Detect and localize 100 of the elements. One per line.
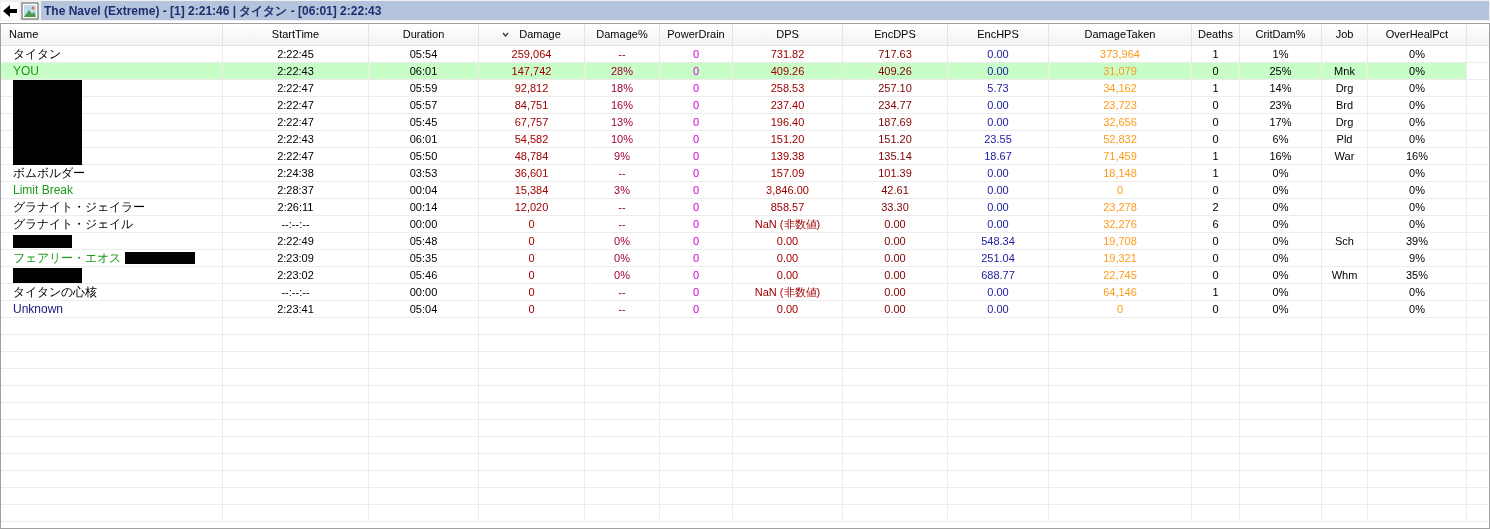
- column-header[interactable]: PowerDrain: [660, 24, 733, 45]
- table-cell-text: --:--:--: [281, 216, 310, 232]
- table-cell-text: 688.77: [981, 267, 1015, 283]
- table-cell-text: 9%: [1409, 250, 1425, 266]
- table-cell-text: 0: [1212, 114, 1219, 130]
- table-cell-text: 858.57: [770, 199, 805, 215]
- table-cell-text: 1%: [1272, 46, 1289, 62]
- table-cell-text: 05:46: [409, 267, 438, 283]
- table-cell-text: 0%: [614, 250, 630, 266]
- table-cell-text: 0%: [1409, 165, 1425, 181]
- column-header[interactable]: Damage: [479, 24, 585, 45]
- name-cell-text: タイタン: [13, 46, 61, 63]
- table-cell-text: 12,020: [514, 199, 549, 215]
- column-header[interactable]: Name: [1, 24, 223, 45]
- table-cell-text: 0: [1116, 182, 1124, 198]
- name-cell-text: ボムボルダー: [13, 165, 85, 182]
- table-cell-text: 71,459: [1103, 148, 1137, 164]
- table-cell-text: 5.73: [987, 80, 1009, 96]
- table-cell-text: 0%: [1272, 267, 1289, 283]
- table-cell-text: 05:35: [409, 250, 438, 266]
- table-cell-text: 18,148: [1103, 165, 1137, 181]
- table-cell-text: 05:45: [409, 114, 438, 130]
- table-cell-text: 05:54: [409, 46, 438, 62]
- table-cell-text: 0: [692, 165, 700, 181]
- table-cell-text: 0.00: [884, 216, 906, 232]
- table-cell-text: 52,832: [1103, 131, 1137, 147]
- table-cell-text: 0%: [1409, 97, 1425, 113]
- column-header[interactable]: Deaths: [1192, 24, 1240, 45]
- table-cell-text: --: [618, 216, 626, 232]
- table-cell-text: 0%: [1409, 63, 1425, 79]
- table-cell-text: --:--:--: [281, 284, 310, 300]
- table-cell-text: NaN (非数値): [754, 216, 821, 232]
- column-header[interactable]: DPS: [733, 24, 843, 45]
- table-cell-text: 196.40: [770, 114, 805, 130]
- table-cell-text: 147,742: [511, 63, 552, 79]
- column-header[interactable]: EncHPS: [948, 24, 1049, 45]
- table-cell-text: --: [618, 199, 626, 215]
- table-cell-text: 0: [692, 80, 700, 96]
- table-cell-text: 234.77: [878, 97, 912, 113]
- column-header[interactable]: OverHealPct: [1368, 24, 1467, 45]
- table-cell-text: 0.00: [776, 250, 799, 266]
- table-cell-text: 251.04: [981, 250, 1015, 266]
- column-header[interactable]: Job: [1322, 24, 1368, 45]
- table-cell-text: 23,723: [1103, 97, 1137, 113]
- table-cell-text: 64,146: [1103, 284, 1137, 300]
- column-header[interactable]: DamageTaken: [1049, 24, 1192, 45]
- table-cell-text: 31,079: [1103, 63, 1137, 79]
- table-cell-text: --: [618, 284, 626, 300]
- table-cell-text: 19,708: [1103, 233, 1137, 249]
- table-cell-text: 0.00: [987, 199, 1009, 215]
- table-cell-text: 0.00: [987, 216, 1009, 232]
- table-cell-text: 6%: [1272, 131, 1289, 147]
- table-cell-text: 35%: [1406, 267, 1428, 283]
- column-header[interactable]: EncDPS: [843, 24, 948, 45]
- table-cell-text: 0.00: [987, 114, 1009, 130]
- table-cell-text: 717.63: [878, 46, 912, 62]
- back-arrow-icon[interactable]: [1, 1, 19, 20]
- table-cell-text: 0.00: [776, 233, 799, 249]
- table-cell-text: 0: [692, 182, 700, 198]
- table-cell-text: 2:22:49: [277, 233, 314, 249]
- table-cell-text: 1: [1212, 148, 1219, 164]
- table-cell-text: 0: [1212, 131, 1219, 147]
- table-cell-text: 32,656: [1103, 114, 1137, 130]
- table-cell-text: 0: [692, 114, 700, 130]
- table-cell-text: 0%: [1409, 284, 1425, 300]
- table-cell-text: 0%: [1272, 250, 1289, 266]
- table-cell-text: 39%: [1406, 233, 1428, 249]
- table-cell-text: 0: [692, 284, 700, 300]
- table-cell-text: 2:22:47: [277, 80, 314, 96]
- table-cell-text: 0: [1212, 233, 1219, 249]
- table-cell-text: 373,964: [1100, 46, 1140, 62]
- table-cell-text: 0%: [1409, 182, 1425, 198]
- table-cell-text: 05:59: [409, 80, 438, 96]
- column-header[interactable]: Damage%: [585, 24, 660, 45]
- table-cell-text: 16%: [1269, 148, 1292, 164]
- table-cell-text: 0%: [1409, 199, 1425, 215]
- table-cell-text: 33.30: [881, 199, 909, 215]
- table-cell-text: 0.00: [987, 301, 1009, 317]
- column-header[interactable]: StartTime: [223, 24, 369, 45]
- table-cell-text: 1: [1212, 46, 1219, 62]
- table-cell-text: 0%: [1272, 199, 1289, 215]
- table-cell-text: 2:23:41: [277, 301, 314, 317]
- name-cell-text: グラナイト・ジェイラー: [13, 199, 145, 216]
- table-cell-text: --: [618, 165, 626, 181]
- table-cell-text: 2:28:37: [277, 182, 314, 198]
- table-cell-text: --: [618, 301, 626, 317]
- column-header[interactable]: Duration: [369, 24, 479, 45]
- table-cell-text: 548.34: [981, 233, 1015, 249]
- column-header[interactable]: CritDam%: [1240, 24, 1322, 45]
- table-cell-text: 6: [1212, 216, 1219, 232]
- table-cell-text: 0.00: [987, 182, 1009, 198]
- table-cell-text: 22,745: [1103, 267, 1137, 283]
- table-cell-text: 34,162: [1103, 80, 1137, 96]
- table-cell-text: 00:00: [409, 284, 438, 300]
- table-cell-text: 9%: [614, 148, 630, 164]
- table-cell-text: 06:01: [409, 131, 438, 147]
- table-cell-text: 135.14: [878, 148, 912, 164]
- table-cell-text: 0: [528, 267, 535, 283]
- table-cell-text: 28%: [611, 63, 633, 79]
- sort-indicator-icon: [502, 32, 510, 37]
